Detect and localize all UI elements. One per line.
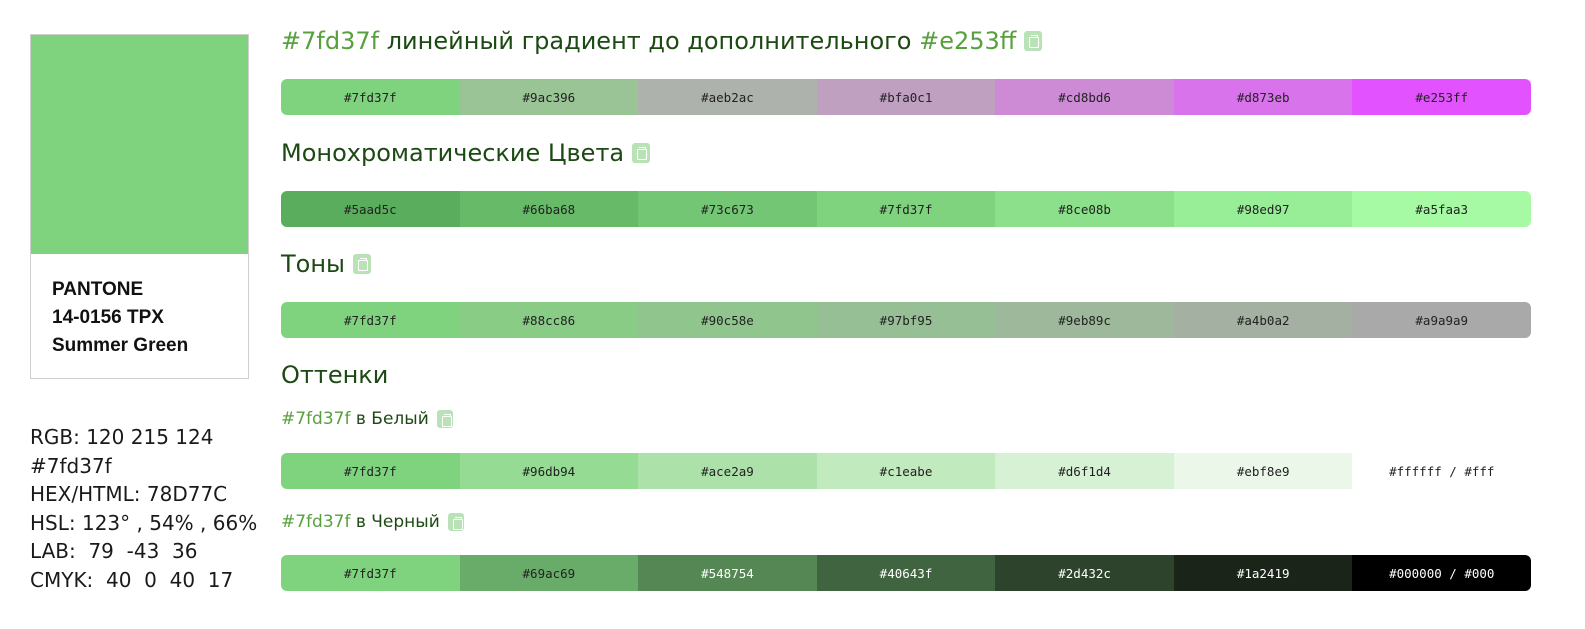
gradient-heading: #7fd37f линейный градиент до дополнитель…: [281, 27, 1043, 55]
to-black-hex: #7fd37f: [281, 512, 351, 532]
color-cell[interactable]: #d6f1d4: [995, 453, 1174, 489]
color-cell[interactable]: #7fd37f: [281, 555, 460, 591]
copy-icon[interactable]: [632, 143, 651, 163]
color-cell[interactable]: #d873eb: [1173, 79, 1353, 115]
tones-heading: Тоны: [281, 250, 371, 278]
color-cell[interactable]: #bfa0c1: [816, 79, 996, 115]
rgb-value: RGB: 120 215 124: [30, 425, 214, 449]
color-cell[interactable]: #90c58e: [638, 302, 817, 338]
color-cell[interactable]: #a9a9a9: [1352, 302, 1531, 338]
color-cell[interactable]: #a4b0a2: [1173, 302, 1353, 338]
color-cell[interactable]: #8ce08b: [995, 191, 1174, 227]
color-cell[interactable]: #97bf95: [816, 302, 996, 338]
color-cell[interactable]: #ffffff / #fff: [1352, 453, 1531, 489]
color-cell[interactable]: #ace2a9: [638, 453, 817, 489]
color-cell[interactable]: #40643f: [816, 555, 996, 591]
copy-icon[interactable]: [447, 513, 464, 531]
to-white-hex: #7fd37f: [281, 409, 351, 429]
copy-icon[interactable]: [436, 410, 453, 428]
lab-value: LAB: 79 -43 36: [30, 539, 198, 564]
tones-title: Тоны: [281, 250, 345, 278]
color-cell[interactable]: #98ed97: [1173, 191, 1353, 227]
color-cell[interactable]: #7fd37f: [281, 453, 460, 489]
color-cell[interactable]: #69ac69: [459, 555, 639, 591]
color-cell[interactable]: #a5faa3: [1352, 191, 1531, 227]
hex-html-value: HEX/HTML: 78D77C: [30, 482, 228, 507]
to-white-bar: #7fd37f #96db94 #ace2a9 #c1eabe #d6f1d4 #ebf8…: [281, 453, 1531, 489]
to-white-title: в Белый: [355, 409, 429, 429]
cmyk-value: CMYK: 40 0 40 17: [30, 567, 234, 592]
color-cell[interactable]: #7fd37f: [281, 79, 460, 115]
color-cell[interactable]: #548754: [638, 555, 817, 591]
color-cell[interactable]: #96db94: [459, 453, 639, 489]
hsl-value: HSL: 123° , 54% , 66%: [30, 510, 258, 535]
to-black-heading: #7fd37f в Черный: [281, 512, 464, 532]
color-cell[interactable]: #c1eabe: [816, 453, 996, 489]
monochrome-bar: #5aad5c #66ba68 #73c673 #7fd37f #8ce08b #98ed…: [281, 191, 1531, 227]
color-cell[interactable]: #88cc86: [459, 302, 639, 338]
gradient-hex-to: #e253ff: [919, 27, 1017, 55]
pantone-label: PANTONE 14-0156 TPX Summer Green: [31, 254, 248, 360]
color-cell[interactable]: #73c673: [638, 191, 817, 227]
color-cell[interactable]: #1a2419: [1173, 555, 1353, 591]
shades-heading: Оттенки: [281, 361, 388, 389]
color-cell[interactable]: #9ac396: [459, 79, 639, 115]
color-cell[interactable]: #5aad5c: [281, 191, 460, 227]
color-cell[interactable]: #9eb89c: [995, 302, 1174, 338]
copy-icon[interactable]: [352, 254, 371, 274]
shades-title: Оттенки: [281, 361, 389, 389]
gradient-hex-from: #7fd37f: [281, 27, 380, 55]
color-cell[interactable]: #2d432c: [995, 555, 1174, 591]
color-cell[interactable]: #ebf8e9: [1173, 453, 1353, 489]
monochrome-title: Монохроматические Цвета: [281, 139, 625, 167]
color-cell[interactable]: #cd8bd6: [995, 79, 1174, 115]
to-black-bar: #7fd37f #69ac69 #548754 #40643f #2d432c #1a24…: [281, 555, 1531, 591]
pantone-code: 14-0156 TPX: [52, 307, 164, 328]
monochrome-heading: Монохроматические Цвета: [281, 139, 651, 167]
copy-icon[interactable]: [1024, 31, 1043, 51]
color-cell[interactable]: #7fd37f: [281, 302, 460, 338]
to-black-title: в Черный: [355, 512, 440, 532]
color-cell[interactable]: #000000 / #000: [1352, 555, 1531, 591]
hex-short-value: #7fd37f: [30, 453, 112, 478]
swatch-color-block: [31, 35, 248, 254]
color-cell[interactable]: #7fd37f: [816, 191, 996, 227]
gradient-bar: #7fd37f #9ac396 #aeb2ac #bfa0c1 #cd8bd6 #d873…: [281, 79, 1531, 115]
gradient-title: линейный градиент до дополнительного: [386, 27, 912, 55]
color-cell[interactable]: #aeb2ac: [638, 79, 817, 115]
pantone-name: Summer Green: [52, 335, 189, 356]
pantone-swatch-card: PANTONE 14-0156 TPX Summer Green: [30, 34, 249, 379]
color-cell[interactable]: #66ba68: [459, 191, 639, 227]
color-cell[interactable]: #e253ff: [1352, 79, 1531, 115]
to-white-heading: #7fd37f в Белый: [281, 409, 453, 429]
tones-bar: #7fd37f #88cc86 #90c58e #97bf95 #9eb89c #a4b0…: [281, 302, 1531, 338]
color-info: RGB: 120 215 124 #7fd37f HEX/HTML: 78D77…: [30, 423, 257, 595]
pantone-brand: PANTONE: [52, 279, 144, 300]
